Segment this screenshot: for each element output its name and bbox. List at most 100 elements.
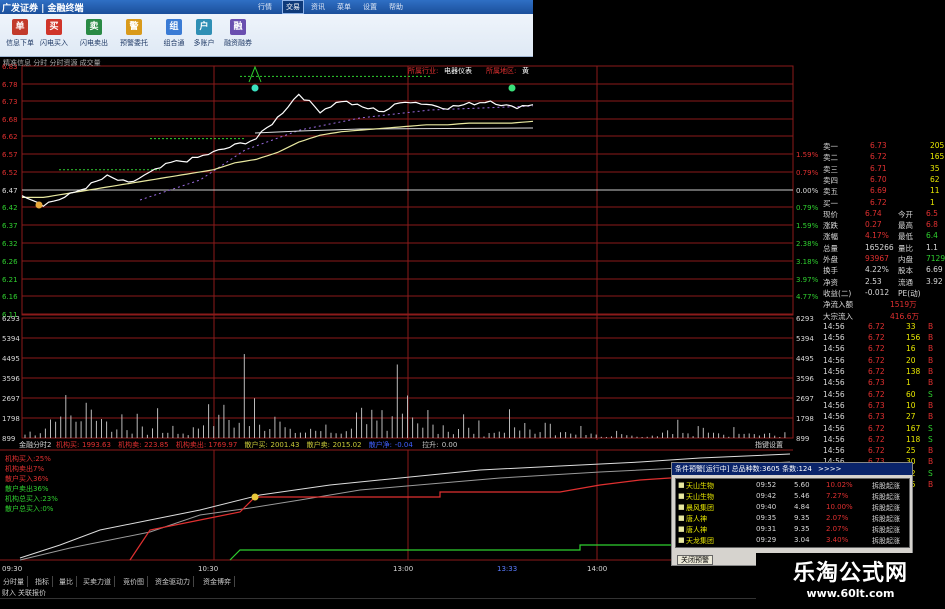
alert-list[interactable]: ■ 天山生物 09:52 5.60 10.02% 拆股起涨 ■ 天山生物 09:42 5.46 7.… [675,478,910,548]
alert-row[interactable]: ■ 天山生物 09:52 5.60 10.02% 拆股起涨 [676,480,911,490]
tab-3[interactable]: 买卖力道 [80,576,115,587]
tab-0[interactable]: 分时量 [0,576,28,587]
menu-item-1[interactable]: 交易 [282,0,304,14]
accounts-icon: 户 [196,19,212,35]
tick-volume: 10 [906,400,916,410]
indicator-value: 2015.02 [333,441,362,449]
y-tick-label: 6.78 [2,81,18,89]
tick-row: 14:56 6.72 156 B [820,332,945,343]
alert-title-bar[interactable]: 条件预警[运行中] 总品种数:3605 条数:124 >>>> [672,463,912,475]
tick-volume: 118 [906,434,921,444]
alert-time: 09:31 [756,525,777,533]
tab-1[interactable]: 指标 [32,576,53,587]
menu-item-2[interactable]: 资讯 [308,1,328,13]
order-book-row: 买一 6.72 1 [820,197,945,208]
tick-volume: 16 [906,344,916,354]
tick-time: 14:56 [823,412,845,422]
alert-more-button[interactable]: >>>> [818,465,841,473]
tick-row: 14:56 6.72 16 B [820,343,945,354]
tick-time: 14:56 [823,378,845,388]
order-book-price: 6.73 [870,141,887,150]
peak-marker-icon [248,65,262,83]
alert-type: 拆股起涨 [872,493,900,501]
volume-tick-label: 6293 [2,315,20,323]
tick-direction: B [928,480,934,489]
menu-item-0[interactable]: 行情 [255,1,275,13]
tick-volume: 33 [906,321,916,331]
order-book-volume: 35 [930,163,940,173]
alert-time: 09:40 [756,503,777,511]
alert-window[interactable]: 条件预警[运行中] 总品种数:3605 条数:124 >>>> ■ 天山生物 09:… [671,462,913,566]
y-pct-label: 3.97% [796,276,819,284]
order-book-volume: 205 [930,141,945,150]
toolbar-button-3[interactable]: 警预警委托 [114,17,154,55]
region-label: 所属地区: [486,66,516,75]
quote-stat-value: 0.27 [865,220,882,230]
time-tick-label: 13:33 [497,565,517,573]
tick-price: 6.73 [868,378,885,388]
tick-volume: 156 [906,333,921,343]
industry-label: 所属行业: [408,66,438,75]
alert-row[interactable]: ■ 唐人神 09:31 9.35 2.07% 拆股起涨 [676,524,911,534]
alert-time: 09:42 [756,492,777,500]
avg-price-line [22,120,534,198]
tick-direction: B [928,321,934,331]
alert-time: 09:35 [756,514,777,522]
y-pct-label: 0.79% [796,169,819,177]
toolbar-button-2[interactable]: 卖闪电卖出 [74,17,114,55]
quote-stat-row: 净资 2.53 流通 3.92 [820,276,945,287]
order-book-row: 卖二 6.72 165 [820,151,945,162]
status-related-quote[interactable]: 关联报价 [18,588,46,598]
tick-price: 6.72 [868,446,885,456]
buy-icon: 买 [46,19,62,35]
alert-row[interactable]: ■ 晨风集团 09:40 4.84 10.00% 拆股起涨 [676,502,911,512]
menu-item-5[interactable]: 帮助 [386,1,406,13]
toolbar-button-1[interactable]: 买闪电买入 [34,17,74,55]
alert-close-button[interactable]: 关闭预警 [677,555,713,565]
tick-direction: B [928,446,934,456]
alert-stock-name: 天山生物 [686,482,714,490]
alert-change: 3.40% [826,536,849,544]
alert-row[interactable]: ■ 天龙集团 09:29 3.04 3.40% 拆股起涨 [676,535,911,545]
tab-4[interactable]: 竞价图 [120,576,148,587]
legend-item: 散户卖出36% [5,484,49,493]
quote-stat-row: 外盘 93967 内盘 7129 [820,253,945,264]
quote-stat-value: 4.22% [865,265,889,275]
indicator-label: 散户卖: [307,440,330,449]
y-tick-label: 6.26 [2,258,18,266]
quote-stat-row: 涨跌 0.27 最高 6.8 [820,219,945,230]
menu-item-3[interactable]: 菜单 [334,1,354,13]
indicator-value: 1769.97 [208,441,237,449]
margin-icon: 融 [230,19,246,35]
brand-title: 广发证券 | 金融终端 [2,4,84,14]
tick-time: 14:56 [823,355,845,365]
tick-direction: B [928,412,934,422]
y-pct-label: 0.79% [796,204,819,212]
quote-stat-value-2: 7129 [926,254,945,263]
menu-item-4[interactable]: 设置 [360,1,380,13]
order-book-volume: 165 [930,152,945,162]
tick-row: 14:56 6.72 25 B [820,445,945,456]
indicator-value: 1993.63 [82,441,111,449]
trading-toolbar: 广发证券 | 金融终端 行情 交易 资讯 菜单 设置 帮助 单信息下单买闪电买入卖闪电卖出… [0,0,533,57]
toolbar-button-6[interactable]: 融融资融券 [218,17,258,55]
status-bar: 财入 关联报价 [0,588,756,598]
alert-price: 9.35 [794,514,810,522]
sell-icon: 卖 [86,19,102,35]
order-book-row: 卖三 6.71 35 [820,163,945,174]
alert-row[interactable]: ■ 天山生物 09:42 5.46 7.27% 拆股起涨 [676,491,911,501]
tick-direction: S [928,389,933,399]
alert-row[interactable]: ■ 唐人神 09:35 9.35 2.07% 拆股起涨 [676,513,911,523]
capital-flow-row: 净流入额 1519万 [820,298,945,309]
volume-tick-label: 899 [2,435,15,443]
tab-6[interactable]: 资金博弈 [200,576,235,587]
tab-2[interactable]: 量比 [56,576,77,587]
indicator-value: 2001.43 [271,441,300,449]
alert-type: 拆股起涨 [872,482,900,490]
y-tick-label: 6.52 [2,169,18,177]
tick-price: 6.72 [868,367,885,376]
quote-stat-row: 现价 6.74 今开 6.5 [820,208,945,219]
tick-direction: B [928,367,934,376]
tick-volume: 20 [906,355,916,365]
tab-5[interactable]: 资金驱动力 [152,576,194,587]
